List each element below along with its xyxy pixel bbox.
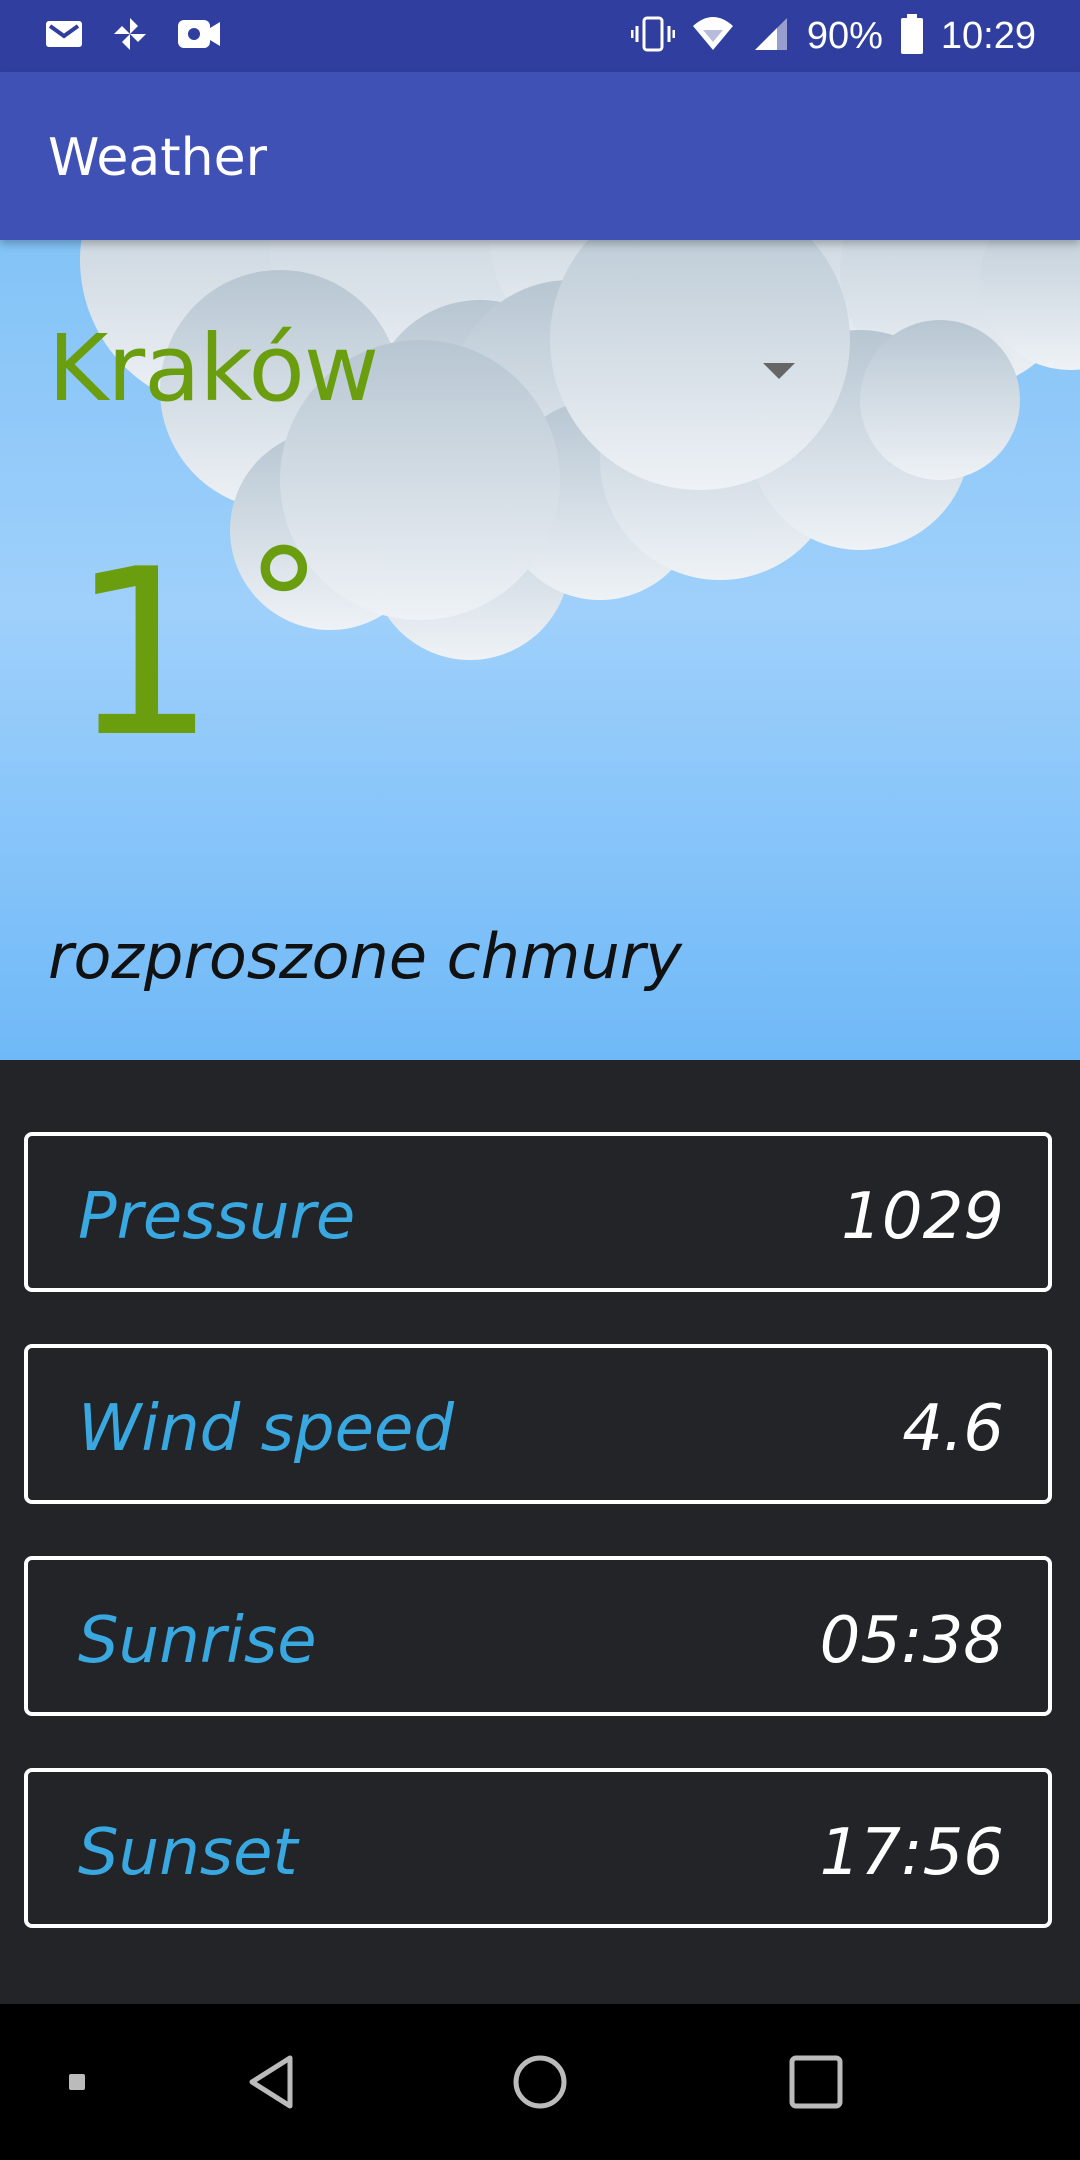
gmail-icon: [44, 14, 84, 58]
home-button[interactable]: [490, 2004, 590, 2160]
back-button[interactable]: [222, 2004, 322, 2160]
weather-description: rozproszone chmury: [48, 920, 682, 993]
temperature-value: 1: [70, 521, 217, 788]
home-icon: [513, 2055, 567, 2109]
degree-symbol: °: [246, 518, 322, 692]
app-title: Weather: [48, 128, 267, 188]
small-square-icon: [69, 2074, 85, 2090]
sunset-label: Sunset: [78, 1816, 298, 1890]
dropdown-arrow-icon[interactable]: [763, 363, 795, 379]
wifi-icon: [691, 14, 735, 58]
back-icon: [249, 2055, 293, 2109]
pinwheel-icon: [110, 14, 150, 58]
small-square-button[interactable]: [40, 2004, 114, 2160]
video-camera-icon: [176, 14, 222, 58]
sunset-card: Sunset 17:56: [24, 1768, 1052, 1928]
weather-details: Pressure 1029 Wind speed 4.6 Sunrise 05:…: [0, 1060, 1080, 2004]
weather-hero: Kraków 1 ° rozproszone chmury: [0, 240, 1080, 1060]
sunset-value: 17:56: [819, 1816, 1004, 1890]
wind-speed-label: Wind speed: [78, 1392, 454, 1466]
pressure-label: Pressure: [78, 1180, 356, 1254]
vibrate-icon: [630, 14, 676, 58]
sunrise-value: 05:38: [819, 1604, 1004, 1678]
city-selector[interactable]: Kraków: [48, 315, 808, 425]
sunrise-label: Sunrise: [78, 1604, 317, 1678]
city-name: Kraków: [48, 315, 379, 422]
status-bar: 90% 10:29: [0, 0, 1080, 72]
clock: 10:29: [940, 14, 1036, 57]
pressure-value: 1029: [841, 1180, 1004, 1254]
wind-speed-value: 4.6: [902, 1392, 1004, 1466]
temperature-display: 1 °: [70, 521, 321, 788]
wind-speed-card: Wind speed 4.6: [24, 1344, 1052, 1504]
recents-button[interactable]: [766, 2004, 866, 2160]
app-bar: Weather: [0, 72, 1080, 240]
signal-icon: [751, 14, 791, 58]
battery-icon: [899, 13, 925, 59]
sunrise-card: Sunrise 05:38: [24, 1556, 1052, 1716]
battery-percent: 90%: [806, 14, 883, 57]
pressure-card: Pressure 1029: [24, 1132, 1052, 1292]
navigation-bar: [0, 2004, 1080, 2160]
recents-icon: [789, 2055, 843, 2109]
